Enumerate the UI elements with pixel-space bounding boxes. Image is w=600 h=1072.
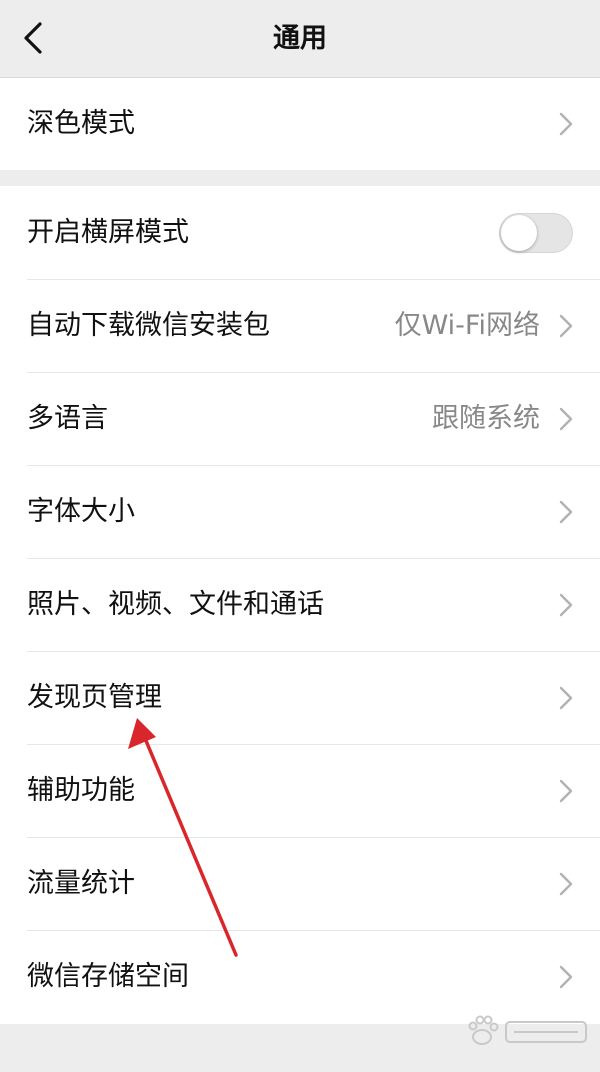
row-label: 辅助功能 [27,774,135,806]
row-label: 多语言 [27,402,108,434]
row-discover-management[interactable]: 发现页管理 [0,651,600,744]
toggle-knob [501,214,537,251]
row-accessibility[interactable]: 辅助功能 [0,744,600,837]
chevron-right-icon [559,872,573,895]
row-label: 微信存储空间 [27,960,189,992]
chevron-right-icon [559,965,573,988]
row-label: 发现页管理 [27,681,162,713]
chevron-right-icon [559,112,573,136]
chevron-right-icon [559,779,573,802]
chevron-right-icon [559,500,573,523]
settings-group-general: 开启横屏模式 自动下载微信安装包 仅Wi-Fi网络 多语言 跟随系统 字体大小 … [0,186,600,1024]
row-auto-download-package[interactable]: 自动下载微信安装包 仅Wi-Fi网络 [0,279,600,372]
page-title: 通用 [273,23,327,54]
row-dark-mode[interactable]: 深色模式 [0,78,600,170]
row-data-usage[interactable]: 流量统计 [0,837,600,930]
row-label: 深色模式 [27,108,135,139]
landscape-mode-toggle[interactable] [499,212,573,253]
row-label: 字体大小 [27,495,135,527]
row-label: 照片、视频、文件和通话 [27,588,324,620]
chevron-right-icon [559,407,573,430]
row-font-size[interactable]: 字体大小 [0,465,600,558]
nav-bar: 通用 [0,0,600,78]
baidu-paw-logo [468,1015,587,1045]
row-value: 仅Wi-Fi网络 [394,309,540,341]
chevron-right-icon [559,314,573,337]
chevron-right-icon [559,593,573,616]
row-media-files-calls[interactable]: 照片、视频、文件和通话 [0,558,600,651]
row-landscape-mode: 开启横屏模式 [0,186,600,279]
row-value: 跟随系统 [432,402,540,434]
row-label: 流量统计 [27,867,135,899]
chevron-right-icon [559,686,573,709]
row-label: 开启横屏模式 [27,216,189,248]
row-language[interactable]: 多语言 跟随系统 [0,372,600,465]
settings-group-display: 深色模式 [0,78,600,170]
row-label: 自动下载微信安装包 [27,309,270,341]
